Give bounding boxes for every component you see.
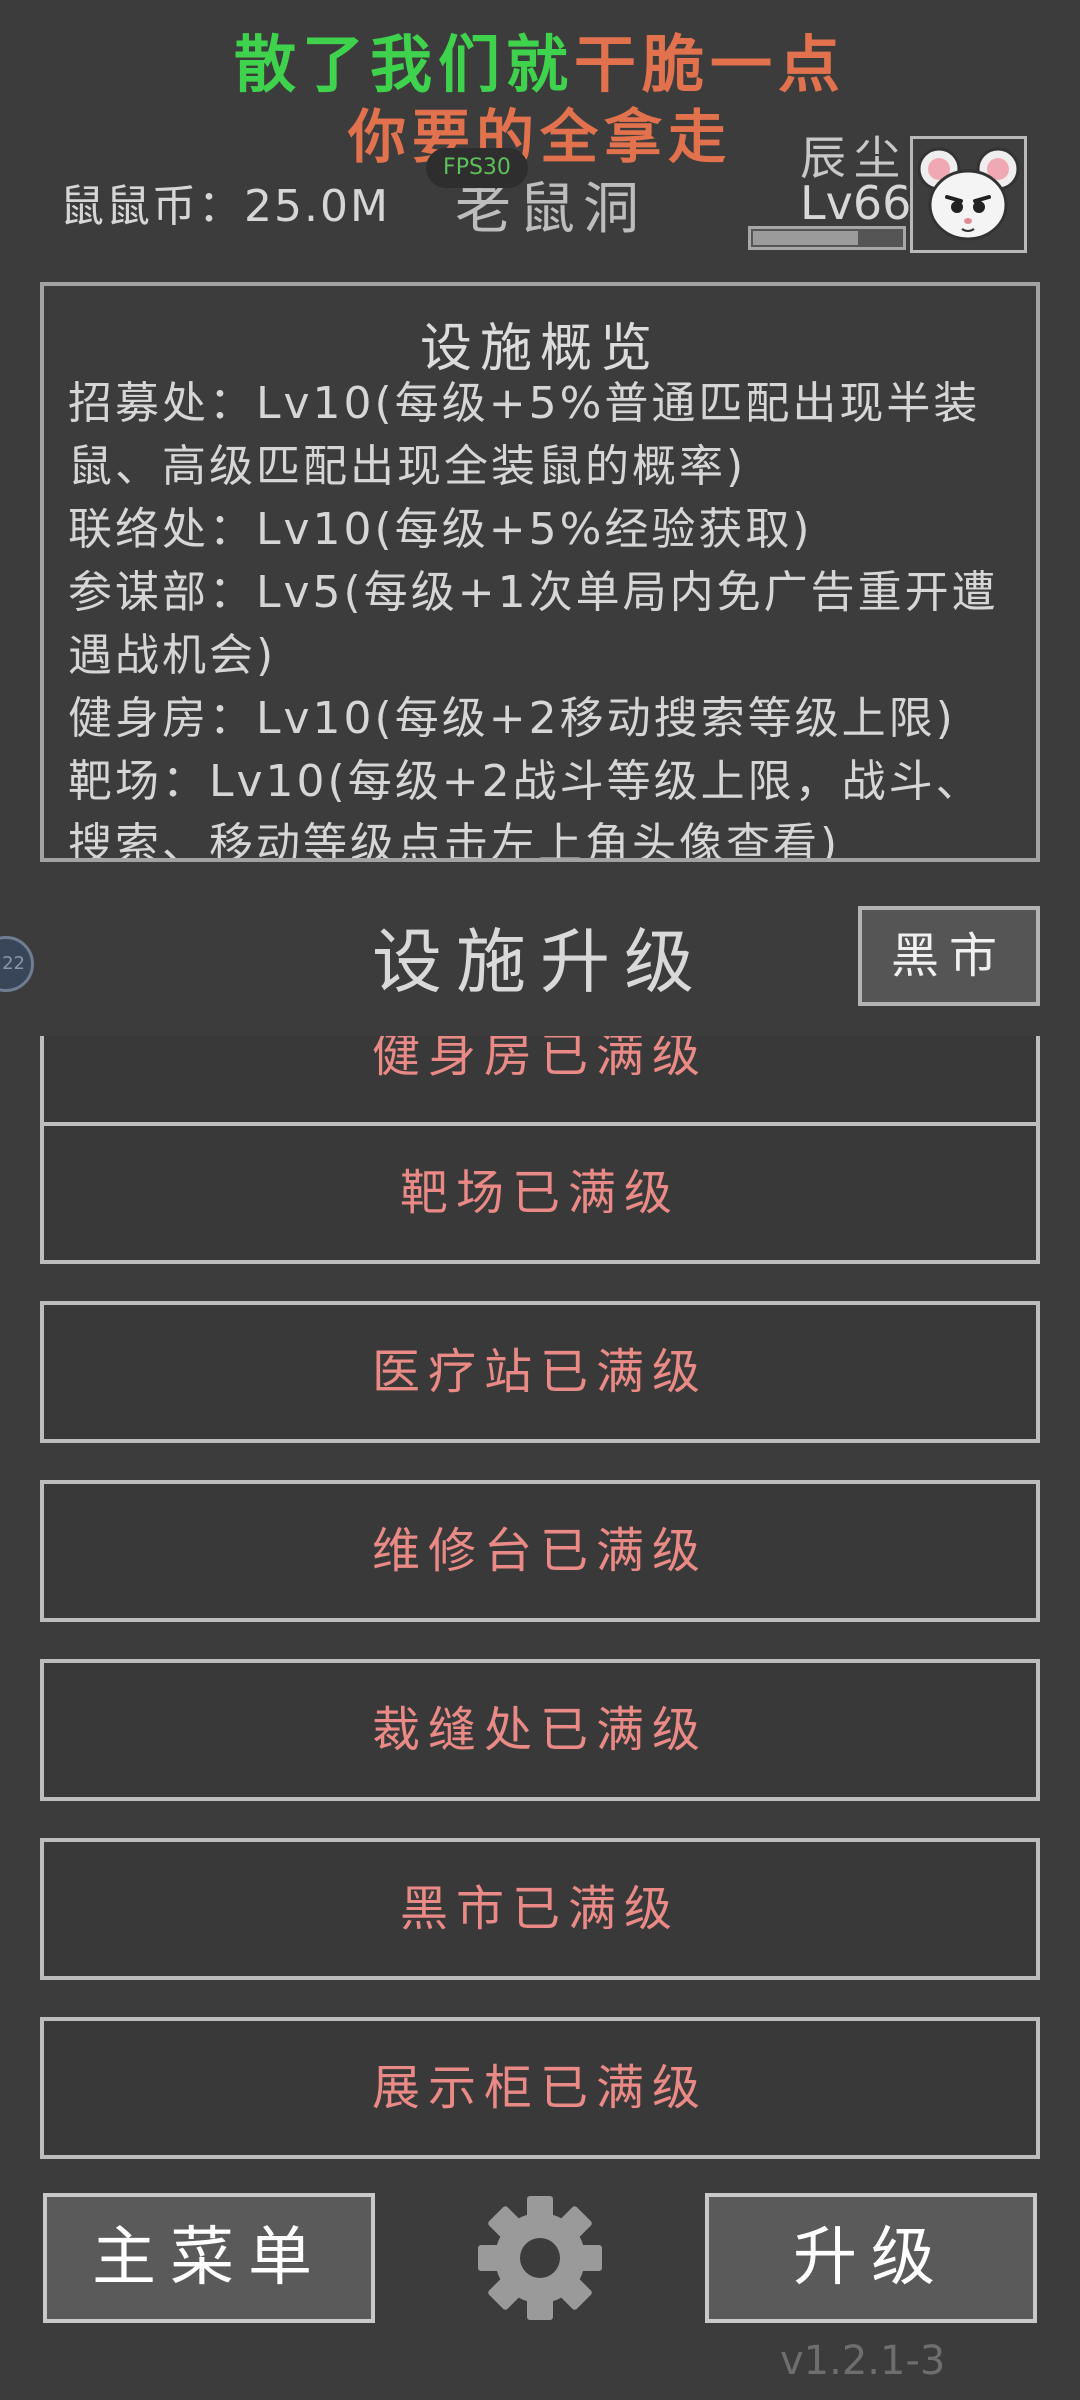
facility-item-gym[interactable]: 健身房已满级 — [40, 1036, 1040, 1126]
facility-item-display[interactable]: 展示柜已满级 — [40, 2017, 1040, 2159]
overview-item-range: 靶场：Lv10(每级+2战斗等级上限，战斗、搜索、移动等级点击左上角头像查看) — [68, 756, 983, 862]
player-level: Lv66 — [800, 176, 912, 230]
coin-balance: 鼠鼠币：25.0M — [60, 170, 390, 234]
overview-title: 设施概览 — [419, 319, 660, 379]
overview-item-gym: 健身房：Lv10(每级+2移动搜索等级上限) — [68, 693, 956, 744]
facility-item-range[interactable]: 靶场已满级 — [40, 1122, 1040, 1264]
facility-item-tailor[interactable]: 裁缝处已满级 — [40, 1659, 1040, 1801]
black-market-button[interactable]: 黑市 — [858, 906, 1040, 1006]
xp-bar-fill — [753, 231, 859, 245]
upgrade-button[interactable]: 升级 — [705, 2193, 1037, 2323]
main-menu-button[interactable]: 主菜单 — [43, 2193, 375, 2323]
facility-upgrade-list[interactable]: 健身房已满级 靶场已满级 医疗站已满级 维修台已满级 裁缝处已满级 黑市已满级 … — [0, 1036, 1080, 2160]
facility-item-medical[interactable]: 医疗站已满级 — [40, 1301, 1040, 1443]
overview-list: 招募处：Lv10(每级+5%普通匹配出现半装鼠、高级匹配出现全装鼠的概率) 联络… — [68, 372, 1012, 862]
facility-item-repair[interactable]: 维修台已满级 — [40, 1480, 1040, 1622]
coin-label: 鼠鼠币： — [60, 181, 244, 232]
facility-item-black-market[interactable]: 黑市已满级 — [40, 1838, 1040, 1980]
settings-button[interactable] — [474, 2192, 606, 2324]
version-label: v1.2.1-3 — [780, 2338, 946, 2384]
xp-bar — [748, 226, 906, 250]
mouse-avatar-icon — [917, 147, 1020, 241]
facility-overview-panel[interactable]: 设施概览 招募处：Lv10(每级+5%普通匹配出现半装鼠、高级匹配出现全装鼠的概… — [40, 282, 1040, 862]
fps-counter: FPS30 — [426, 148, 528, 188]
gear-icon — [478, 2196, 602, 2320]
overview-item-recruit: 招募处：Lv10(每级+5%普通匹配出现半装鼠、高级匹配出现全装鼠的概率) — [68, 378, 981, 492]
overview-item-liaison: 联络处：Lv10(每级+5%经验获取) — [68, 504, 813, 555]
overview-item-staff: 参谋部：Lv5(每级+1次单局内免广告重开遭遇战机会) — [68, 567, 999, 681]
coin-value: 25.0M — [244, 181, 390, 232]
player-avatar[interactable] — [910, 136, 1027, 253]
